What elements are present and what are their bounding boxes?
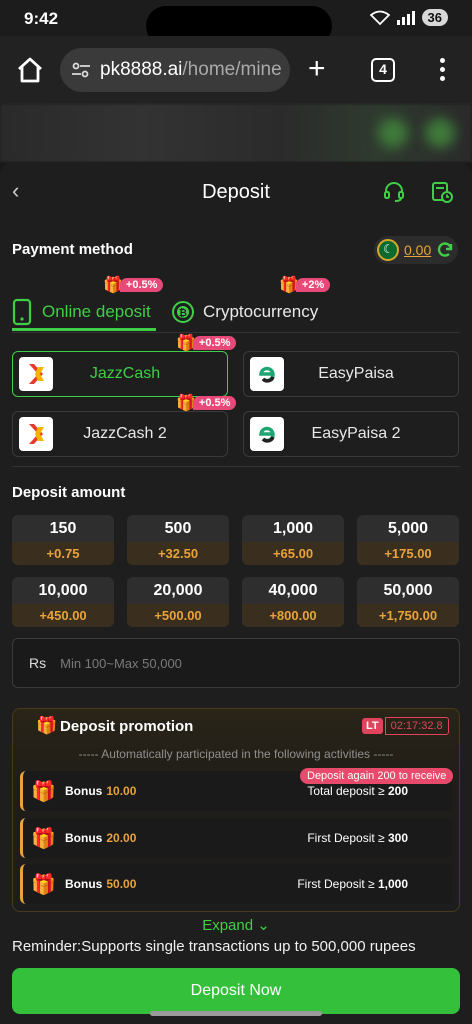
balance-pill: 0.00 [374,236,458,264]
background-blur [425,118,455,148]
bonus-badge: 🎁 +0.5% [103,275,164,295]
channel-name: EasyPaisa [318,365,394,382]
amount-option[interactable]: 20,000 +500.00 [127,577,229,627]
deposit-amount-label: Deposit amount [12,484,126,501]
promotion-row: 🎁 Bonus 20.00 First Deposit ≥ 300 [20,818,452,858]
amount-input[interactable] [60,655,421,671]
deposit-now-button[interactable]: Deposit Now [12,968,460,1014]
background-blur [378,118,408,148]
new-tab-icon[interactable]: + [308,54,326,84]
promotion-condition: First Deposit ≥ 1,000 [297,877,408,891]
promotion-title: Deposit promotion [60,718,194,735]
amount-option[interactable]: 150 +0.75 [12,515,114,565]
channel-name: JazzCash 2 [83,425,167,442]
home-indicator[interactable] [150,1011,322,1016]
history-icon[interactable] [430,180,454,204]
chevron-down-icon: ⌄ [257,917,270,934]
lightning-lt-label: LT [362,718,383,734]
status-icons: 36 [369,9,448,26]
channel-jazzcash-2[interactable]: JazzCash 2 [12,411,228,457]
tab-online-deposit[interactable]: Online deposit [12,294,151,330]
tab-label: Cryptocurrency [203,302,319,321]
url-host: pk8888.ai [100,59,183,80]
countdown-timer: 02:17:32.8 [384,717,449,735]
home-icon[interactable] [14,54,46,86]
easypaisa-logo-icon [250,417,284,451]
payment-method-label: Payment method [12,241,133,258]
promotion-subtitle: ----- Automatically participated in the … [78,747,394,761]
crypto-coin-icon: ₿ [172,301,194,323]
status-time: 9:42 [24,9,59,28]
amount-option[interactable]: 10,000 +450.00 [12,577,114,627]
bonus-badge: 🎁 +2% [279,275,331,295]
bonus-badge: 🎁 +0.5% [176,333,237,353]
customer-service-icon[interactable] [382,180,406,204]
channel-name: EasyPaisa 2 [311,425,401,442]
promotion-condition: First Deposit ≥ 300 [307,831,408,845]
signal-icon [396,10,415,25]
amount-option[interactable]: 500 +32.50 [127,515,229,565]
bonus-badge: 🎁 +0.5% [176,393,237,413]
promotion-row: 🎁 Bonus 50.00 First Deposit ≥ 1,000 [20,864,452,904]
gift-box-icon: 🎁 [31,780,56,803]
jazzcash-logo-icon [19,417,53,451]
status-bar: 9:42 36 [0,0,472,46]
active-tab-indicator [12,328,156,331]
phone-icon [12,298,32,326]
amount-option[interactable]: 1,000 +65.00 [242,515,344,565]
more-menu-icon[interactable] [432,56,452,84]
promotion-condition: Total deposit ≥ 200 [307,784,408,798]
amount-option[interactable]: 40,000 +800.00 [242,577,344,627]
gift-icon: 🎁 [36,716,58,735]
channel-jazzcash[interactable]: JazzCash [12,351,228,397]
svg-text:₿: ₿ [179,307,187,319]
refresh-icon[interactable] [436,241,454,259]
wifi-icon [369,10,390,25]
tab-switcher-button[interactable]: 4 [371,58,395,82]
gift-box-icon: 🎁 [31,873,56,896]
pakistan-flag-icon [377,239,399,261]
divider [12,466,460,467]
url-text: pk8888.ai/home/mine [100,59,282,81]
reminder-text: Reminder:Supports single transactions up… [12,938,416,955]
jazzcash-logo-icon [19,357,53,391]
tab-cryptocurrency[interactable]: ₿ Cryptocurrency [171,294,318,330]
amount-option[interactable]: 5,000 +175.00 [357,515,459,565]
address-bar[interactable]: pk8888.ai/home/mine [60,48,290,92]
expand-button[interactable]: Expand ⌄ [0,916,472,934]
amount-input-field[interactable]: Rs [12,638,460,688]
currency-label: Rs [29,655,47,671]
deposit-again-notice: Deposit again 200 to receive [300,768,454,784]
browser-toolbar: pk8888.ai/home/mine + 4 [0,36,472,104]
tab-label: Online deposit [42,302,151,321]
channel-easypaisa-2[interactable]: EasyPaisa 2 [243,411,459,457]
gift-box-icon: 🎁 [31,827,56,850]
easypaisa-logo-icon [250,357,284,391]
channel-easypaisa[interactable]: EasyPaisa [243,351,459,397]
url-path: /home/mine [182,59,282,80]
amount-option[interactable]: 50,000 +1,750.00 [357,577,459,627]
channel-name: JazzCash [89,365,161,382]
battery-indicator: 36 [421,9,448,26]
limited-time-badge: LT 02:17:32.8 [362,717,449,735]
site-settings-icon[interactable] [70,59,92,81]
balance-value[interactable]: 0.00 [404,242,431,258]
